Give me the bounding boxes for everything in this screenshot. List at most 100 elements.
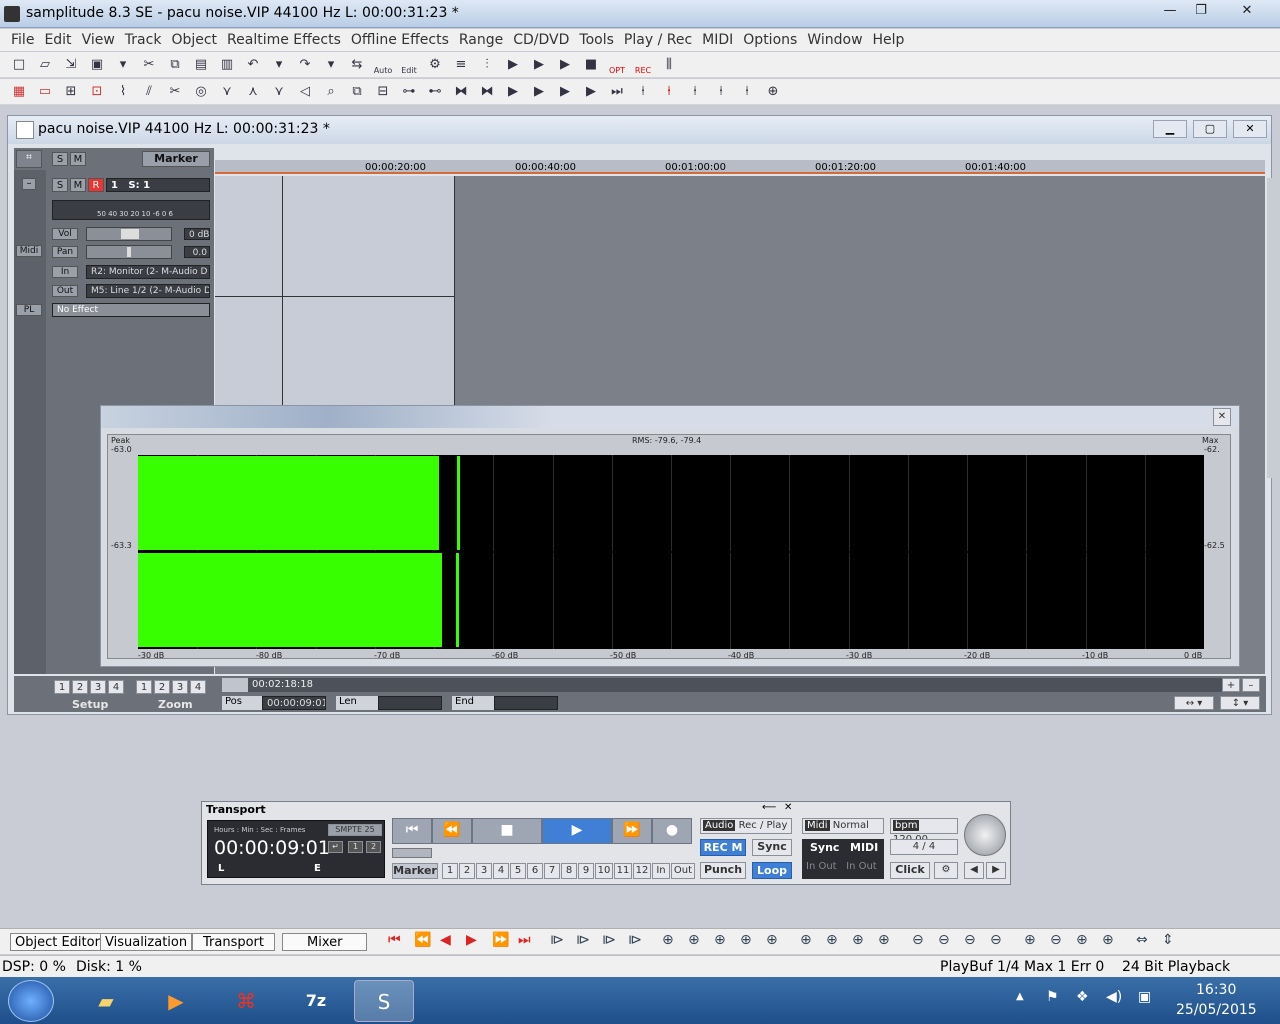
menu-help[interactable]: Help [868, 29, 910, 51]
zoom-in-icon[interactable]: ⊕ [1024, 932, 1050, 948]
setup-4-button[interactable]: 4 [108, 680, 124, 694]
tab-mixer[interactable]: Mixer [282, 933, 368, 951]
punch-button[interactable]: Punch [700, 862, 746, 879]
record-icon[interactable]: REC [632, 55, 654, 75]
rewind-button[interactable]: ⏪ [432, 818, 472, 844]
curve-icon[interactable]: ⌇ [112, 82, 134, 102]
zoom-2-icon[interactable]: ⊕ [688, 932, 714, 948]
menu-options[interactable]: Options [738, 29, 802, 51]
marker-a-icon[interactable]: ⧐ [550, 932, 576, 948]
return-button[interactable]: ↵ [328, 841, 343, 853]
h-zoom-dropdown[interactable]: ↔ ▾ [1174, 696, 1214, 710]
paste-special-icon[interactable]: ▥ [216, 55, 238, 75]
prev-marker-icon[interactable]: ⏪ [414, 932, 440, 948]
len-value[interactable] [378, 696, 442, 710]
marker-c-icon[interactable]: ⧐ [602, 932, 628, 948]
stop-icon[interactable]: ■ [580, 55, 602, 75]
marker-4-button[interactable]: 4 [493, 863, 509, 879]
minimize-button[interactable]: — [1155, 2, 1185, 22]
sync-button[interactable]: Sync [752, 839, 792, 856]
marker-5-button[interactable]: 5 [510, 863, 526, 879]
marker-8-button[interactable]: 8 [561, 863, 577, 879]
volume-value[interactable]: 0 dB [184, 228, 210, 240]
next-marker-icon[interactable]: ⏩ [492, 932, 518, 948]
marker-move-icon[interactable]: ⍿ [684, 82, 706, 102]
menu-offline-effects[interactable]: Offline Effects [346, 29, 454, 51]
audio-object[interactable] [215, 176, 455, 411]
search-icon[interactable]: ⌕ [320, 82, 342, 102]
start-button[interactable] [8, 980, 54, 1022]
zoom-all-icon[interactable]: ⊕ [1076, 932, 1102, 948]
zoom-2-button[interactable]: 2 [154, 680, 170, 694]
click-button[interactable]: Click [890, 862, 930, 879]
track-solo-button[interactable]: S [52, 178, 68, 192]
range-icon[interactable]: ▭ [34, 82, 56, 102]
redo-icon[interactable]: ↷ [294, 55, 316, 75]
time-ruler[interactable]: 00:00:20:00 00:00:40:00 00:01:00:00 00:0… [215, 160, 1265, 174]
menu-object[interactable]: Object [166, 29, 222, 51]
curve2-icon[interactable]: ⋎ [268, 82, 290, 102]
record-opt-icon[interactable]: OPT [606, 55, 628, 75]
zoom-fit-icon[interactable]: ⊕ [1102, 932, 1136, 948]
box-icon[interactable]: ⊟ [372, 82, 394, 102]
list-icon[interactable]: ≡ [450, 55, 472, 75]
input-select[interactable]: R2: Monitor (2- M-Audio D [86, 265, 210, 279]
marker-in-button[interactable]: In [652, 863, 670, 879]
marker-d-icon[interactable]: ⧐ [628, 932, 662, 948]
bpm-field[interactable]: bpm 120.00 [890, 818, 958, 845]
undo-dropdown-icon[interactable]: ▾ [268, 55, 290, 75]
snap-icon[interactable]: ⇆ [346, 55, 368, 75]
time-signature-field[interactable]: 4 / 4 [890, 839, 958, 855]
explorer-taskbar-icon[interactable]: ▰ [76, 980, 136, 1022]
project-minimize-button[interactable]: ▁ [1153, 120, 1187, 138]
mixer-faders-icon[interactable]: ⫼ [658, 55, 680, 75]
play-button[interactable]: ▶ [542, 818, 612, 844]
output-select[interactable]: M5: Line 1/2 (2- M-Audio Dc [86, 284, 210, 298]
cs2-icon[interactable]: ⊖ [938, 932, 964, 948]
center-icon[interactable]: ⊕ [762, 82, 784, 102]
auto-mode-icon[interactable]: Auto [372, 55, 394, 75]
marker-9-button[interactable]: 9 [578, 863, 594, 879]
speaker-icon[interactable]: ◁ [294, 82, 316, 102]
pan-curve-icon[interactable]: ⋏ [242, 82, 264, 102]
zoom-1s-icon[interactable]: ⊕ [800, 932, 826, 948]
sync-label[interactable]: Sync [810, 841, 839, 854]
meter-close-button[interactable]: ✕ [1213, 408, 1231, 426]
menu-edit[interactable]: Edit [39, 29, 76, 51]
smpte-dropdown[interactable]: SMPTE 25 [328, 824, 382, 836]
edit-mode-icon[interactable]: Edit [398, 55, 420, 75]
midi-sync-label[interactable]: MIDI [850, 841, 878, 854]
audio-mode-select[interactable]: Audio Rec / Play [700, 818, 792, 834]
jog-back-button[interactable]: ◀ [964, 862, 984, 879]
pl-button[interactable]: PL [16, 304, 42, 316]
save-icon[interactable]: ▣ [86, 55, 108, 75]
menu-midi[interactable]: MIDI [697, 29, 738, 51]
chain2-icon[interactable]: ⧓ [476, 82, 498, 102]
grid-toggle-icon[interactable]: ⌗ [16, 150, 42, 168]
menu-view[interactable]: View [77, 29, 120, 51]
mixer-icon[interactable]: ⫶ [476, 55, 498, 75]
end-value[interactable] [494, 696, 558, 710]
track-mute-button[interactable]: M [70, 178, 86, 192]
paste-icon[interactable]: ▤ [190, 55, 212, 75]
zoom-tool-icon[interactable]: ◎ [190, 82, 212, 102]
play-icon[interactable]: ▶ [528, 55, 550, 75]
marker-2-button[interactable]: 2 [459, 863, 475, 879]
jog-wheel[interactable] [964, 814, 1006, 856]
marker-next-icon[interactable]: ▶ [528, 82, 550, 102]
horizontal-scrollbar[interactable]: 00:02:18:18 [222, 678, 1222, 692]
marker-in-icon[interactable]: ▶ [554, 82, 576, 102]
marker-7-button[interactable]: 7 [544, 863, 560, 879]
loop-button[interactable]: Loop [752, 862, 792, 879]
zoom-4-button[interactable]: 4 [190, 680, 206, 694]
stop-button[interactable]: ■ [472, 818, 542, 844]
zoom-out-button[interactable]: – [1242, 678, 1260, 692]
cut-icon[interactable]: ✂ [138, 55, 160, 75]
menu-cd-dvd[interactable]: CD/DVD [508, 29, 574, 51]
samplitude-taskbar-icon[interactable]: S [354, 980, 414, 1022]
marker-out-icon[interactable]: ▶ [580, 82, 602, 102]
zoom-h-icon[interactable]: ⇔ [1136, 932, 1162, 948]
close-button[interactable]: ✕ [1232, 2, 1262, 22]
track-record-button[interactable]: R [88, 178, 104, 192]
dropbox-icon[interactable]: ❖ [1076, 989, 1089, 1005]
